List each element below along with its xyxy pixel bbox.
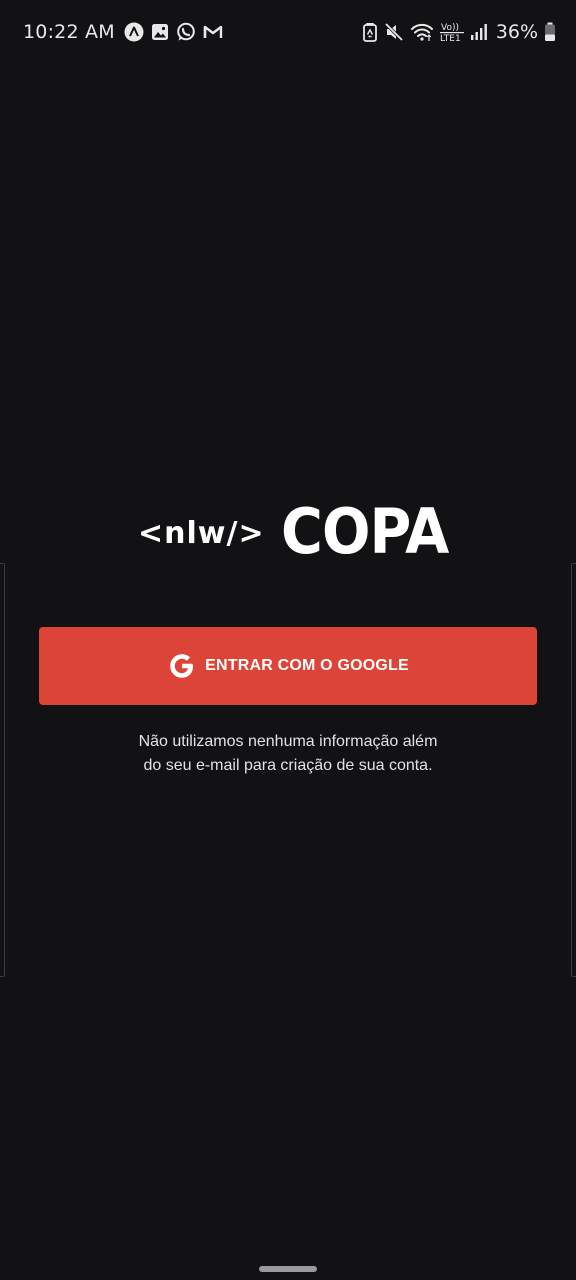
privacy-disclaimer: Não utilizamos nenhuma informação além d… [0,730,576,778]
volte-icon: Vo)) LTE1 [439,21,464,43]
google-button-label: ENTRAR COM O GOOGLE [205,657,409,674]
signal-icon [470,22,488,42]
mute-icon [384,22,404,42]
google-signin-button[interactable]: ENTRAR COM O GOOGLE [39,627,537,705]
alert-triangle-icon [124,22,144,42]
wifi-icon [410,22,434,42]
gallery-icon [150,22,170,42]
battery-icon [544,22,556,42]
gmail-icon [202,22,224,42]
notification-icons [124,22,224,42]
status-bar: 10:22 AM Vo)) LTE1 36% [0,0,576,64]
disclaimer-line-1: Não utilizamos nenhuma informação além [138,733,438,750]
status-time: 10:22 AM [23,21,115,43]
logo-name: COPA [281,495,449,568]
app-logo: <nlw/> COPA [138,500,449,564]
battery-percent: 36% [495,21,538,43]
home-indicator[interactable] [259,1266,317,1272]
status-right: Vo)) LTE1 36% [362,18,556,46]
logo-tag: <nlw/> [138,516,265,551]
lte-label: LTE1 [440,34,461,43]
volte-label: Vo)) [441,23,459,33]
google-icon [170,654,194,678]
battery-saver-icon [362,22,378,42]
whatsapp-icon [176,22,196,42]
status-left: 10:22 AM [23,18,224,46]
disclaimer-line-2: do seu e-mail para criação de sua conta. [143,757,433,774]
